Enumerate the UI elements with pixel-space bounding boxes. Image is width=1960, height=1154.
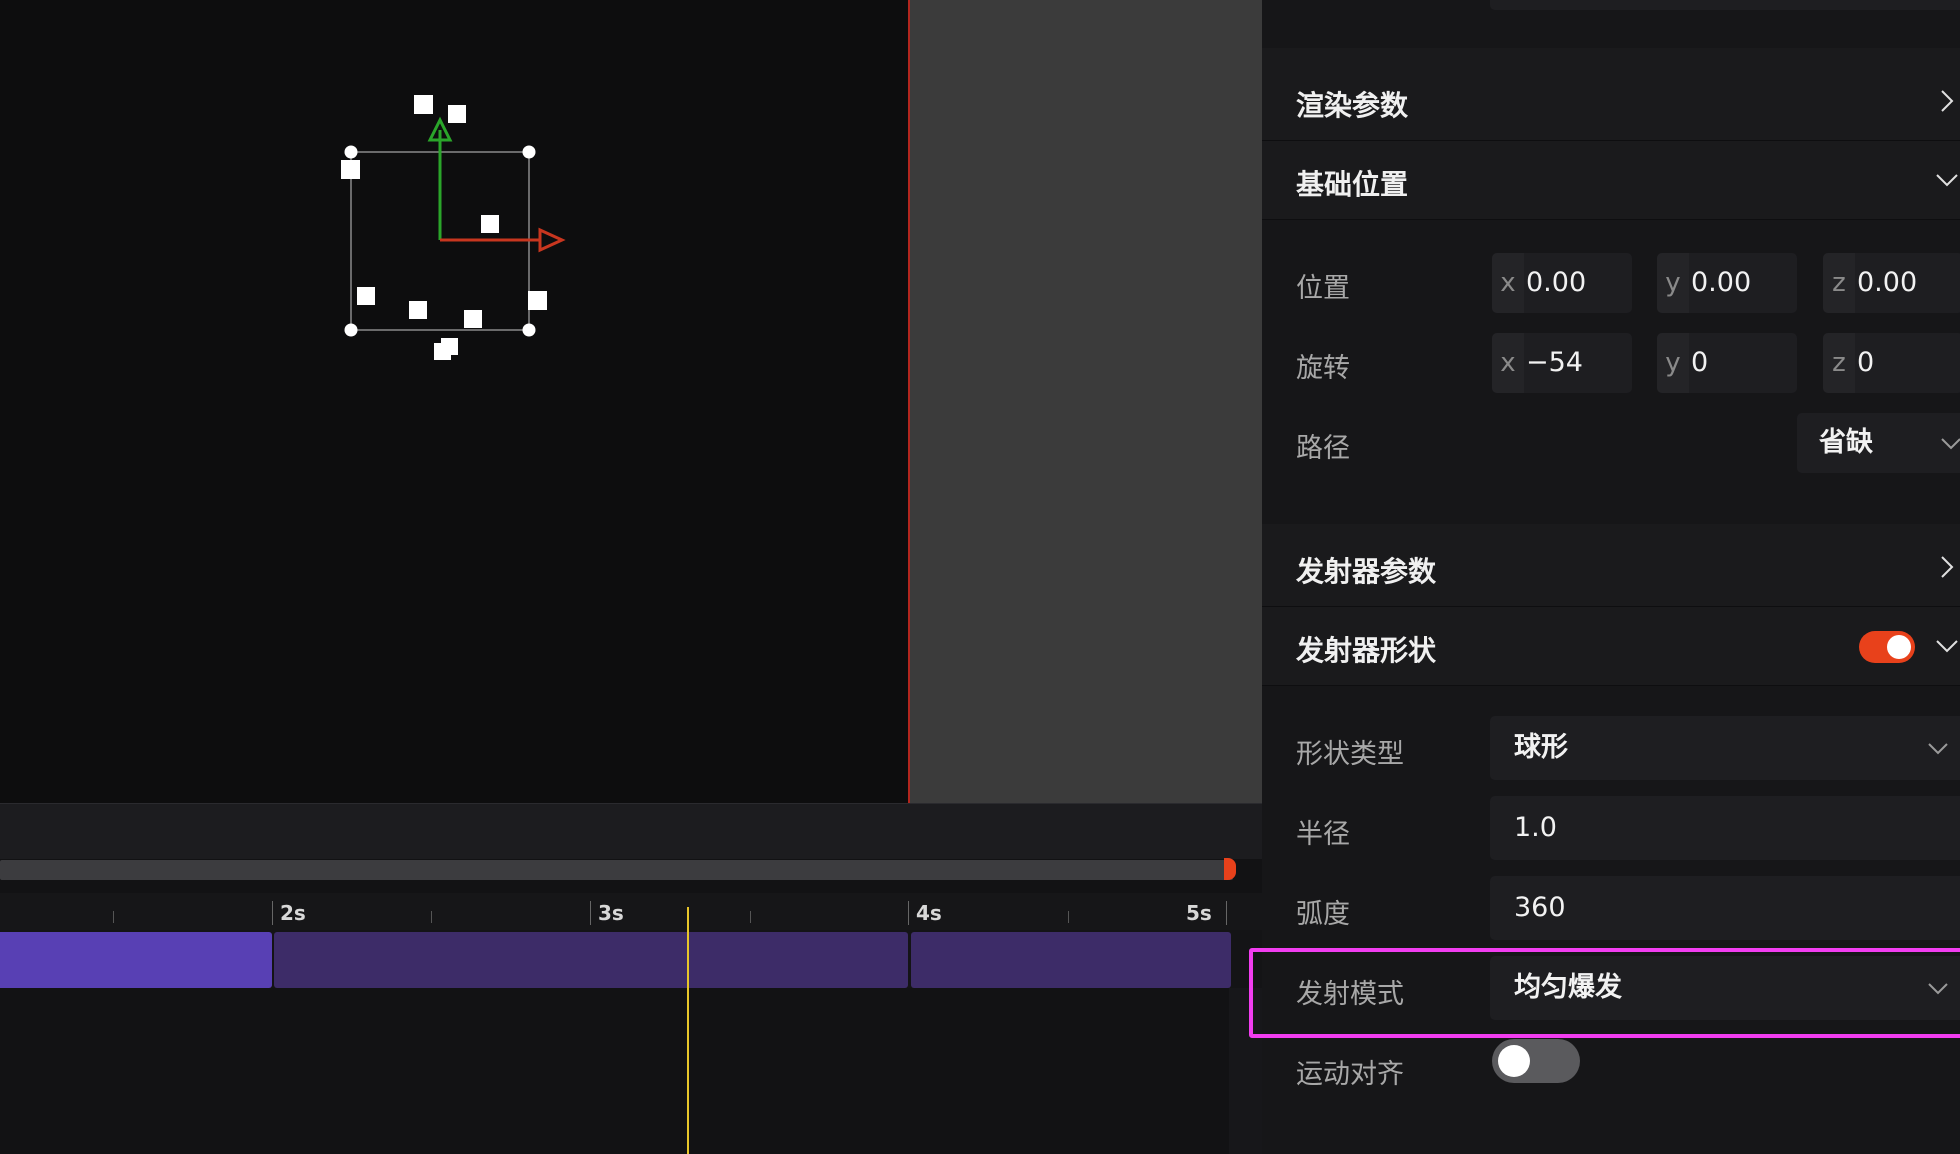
position-label: 位置 xyxy=(1296,273,1350,304)
section-title: 发射器参数 xyxy=(1296,555,1437,588)
section-title: 渲染参数 xyxy=(1296,89,1409,122)
gizmo-x-arrow-icon xyxy=(538,227,566,253)
previous-field-input[interactable] xyxy=(1490,0,1960,10)
arc-label: 弧度 xyxy=(1296,899,1350,930)
section-base-position[interactable]: 基础位置 xyxy=(1262,141,1960,220)
ruler-tick xyxy=(431,911,432,923)
viewport-offscreen-area xyxy=(910,0,1262,803)
ruler-label-4s: 4s xyxy=(916,901,942,925)
rotation-z-value: 0 xyxy=(1857,347,1875,378)
motion-align-label: 运动对齐 xyxy=(1296,1059,1404,1090)
position-z-value: 0.00 xyxy=(1857,267,1918,298)
axis-tag-z: z xyxy=(1823,253,1855,313)
ruler-tick xyxy=(908,901,909,925)
ruler-tick xyxy=(1226,901,1227,925)
radius-value: 1.0 xyxy=(1514,812,1557,843)
ruler-tick xyxy=(750,911,751,923)
section-emitter-shape[interactable]: 发射器形状 xyxy=(1262,607,1960,686)
rotation-z-input[interactable]: z 0 xyxy=(1823,333,1960,393)
rotation-x-input[interactable]: x −54 xyxy=(1492,333,1632,393)
timeline-end-handle[interactable] xyxy=(1224,858,1236,880)
ruler-tick xyxy=(590,901,591,925)
bounds-handle-tr xyxy=(522,145,536,159)
chevron-down-icon xyxy=(1939,431,1960,455)
base-position-body: 位置 x 0.00 y 0.00 z 0.00 旋转 x −54 y 0 z 0… xyxy=(1262,220,1960,524)
bounds-handle-bl xyxy=(344,323,358,337)
shape-type-select[interactable]: 球形 xyxy=(1490,716,1960,780)
properties-panel: 渲染参数 基础位置 位置 x 0.00 y 0.00 z 0.00 旋转 x −… xyxy=(1262,0,1960,1154)
chevron-down-icon xyxy=(1926,976,1950,1000)
motion-align-toggle[interactable] xyxy=(1492,1039,1580,1083)
arc-input[interactable]: 360 xyxy=(1490,876,1960,940)
timeline-scrollbar[interactable] xyxy=(0,860,1233,880)
ruler-tick xyxy=(113,911,114,923)
axis-tag-x: x xyxy=(1492,253,1524,313)
shape-type-label: 形状类型 xyxy=(1296,739,1404,770)
scene-viewport[interactable] xyxy=(0,0,909,803)
ruler-label-3s: 3s xyxy=(598,901,624,925)
rotation-y-input[interactable]: y 0 xyxy=(1657,333,1797,393)
timeline-toolbar xyxy=(0,803,1262,859)
path-select-value: 省缺 xyxy=(1819,427,1873,458)
emit-mode-select[interactable]: 均匀爆发 xyxy=(1490,956,1960,1020)
bounds-handle-tl xyxy=(344,145,358,159)
chevron-down-icon[interactable] xyxy=(1934,167,1960,193)
rotation-y-value: 0 xyxy=(1691,347,1709,378)
toggle-knob xyxy=(1887,635,1911,659)
shape-type-value: 球形 xyxy=(1514,732,1568,763)
emit-mode-label: 发射模式 xyxy=(1296,979,1404,1010)
section-emitter-params[interactable]: 发射器参数 xyxy=(1262,528,1960,607)
position-y-value: 0.00 xyxy=(1691,267,1752,298)
timeline-clip[interactable] xyxy=(274,932,908,988)
radius-label: 半径 xyxy=(1296,819,1350,850)
position-y-input[interactable]: y 0.00 xyxy=(1657,253,1797,313)
axis-tag-z: z xyxy=(1823,333,1855,393)
position-x-value: 0.00 xyxy=(1526,267,1587,298)
panel-top-strip xyxy=(1262,0,1960,48)
chevron-right-icon[interactable] xyxy=(1934,554,1960,580)
axis-tag-x: x xyxy=(1492,333,1524,393)
axis-tag-y: y xyxy=(1657,333,1689,393)
particles xyxy=(341,95,547,360)
chevron-down-icon[interactable] xyxy=(1934,633,1960,659)
ruler-tick xyxy=(272,901,273,925)
playhead[interactable] xyxy=(687,907,689,1154)
section-render-params[interactable]: 渲染参数 xyxy=(1262,62,1960,141)
rotation-label: 旋转 xyxy=(1296,353,1350,384)
timeline-clip-selected[interactable] xyxy=(0,932,272,988)
ruler-label-2s: 2s xyxy=(280,901,306,925)
emitter-shape-body: 形状类型 球形 半径 1.0 弧度 360 发射模式 均匀爆发 运动对齐 xyxy=(1262,686,1960,1154)
position-z-input[interactable]: z 0.00 xyxy=(1823,253,1960,313)
rotation-x-value: −54 xyxy=(1526,347,1583,378)
axis-tag-y: y xyxy=(1657,253,1689,313)
arc-value: 360 xyxy=(1514,892,1566,923)
path-select[interactable]: 省缺 xyxy=(1797,413,1960,473)
timeline-panel: 2s 3s 4s 5s xyxy=(0,803,1262,1154)
section-title: 基础位置 xyxy=(1296,168,1409,201)
chevron-right-icon[interactable] xyxy=(1934,88,1960,114)
emitter-shape-toggle[interactable] xyxy=(1859,631,1915,663)
path-label: 路径 xyxy=(1296,433,1350,464)
time-ruler[interactable]: 2s 3s 4s 5s xyxy=(0,893,1262,933)
chevron-down-icon xyxy=(1926,736,1950,760)
ruler-tick xyxy=(1068,911,1069,923)
section-title: 发射器形状 xyxy=(1296,634,1437,667)
ruler-label-5s: 5s xyxy=(1186,901,1212,925)
emitter-track xyxy=(0,930,1262,988)
toggle-knob xyxy=(1498,1045,1530,1077)
emitter-gizmo[interactable] xyxy=(0,0,909,803)
emit-mode-value: 均匀爆发 xyxy=(1514,972,1622,1003)
radius-input[interactable]: 1.0 xyxy=(1490,796,1960,860)
timeline-clip[interactable] xyxy=(911,932,1231,988)
bounds-handle-br xyxy=(522,323,536,337)
timeline-out-of-range xyxy=(1229,988,1262,1154)
position-x-input[interactable]: x 0.00 xyxy=(1492,253,1632,313)
